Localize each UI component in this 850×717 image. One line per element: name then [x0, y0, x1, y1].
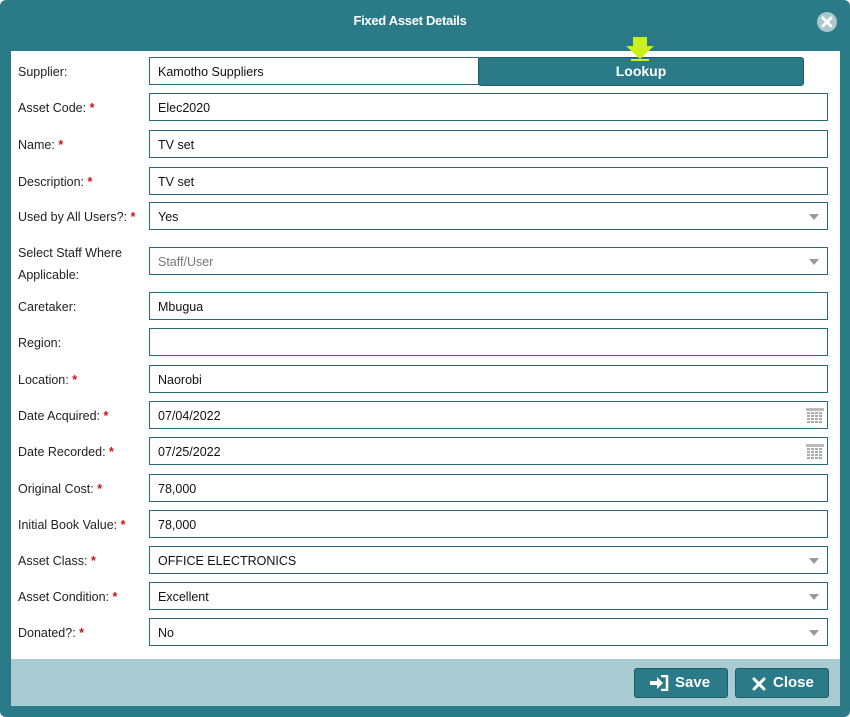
dropdown-arrow-icon [809, 630, 819, 636]
dropdown-arrow-icon [809, 594, 819, 600]
pointer-arrow-icon [623, 37, 657, 63]
initial-book-value-label: Initial Book Value: * [18, 518, 126, 532]
asset-condition-value: Excellent [158, 590, 209, 604]
caretaker-label: Caretaker: [18, 300, 77, 314]
asset-class-label: Asset Class: * [18, 554, 96, 568]
date-acquired-input[interactable]: 07/04/2022 [149, 401, 828, 429]
original-cost-label: Original Cost: * [18, 482, 103, 496]
supplier-input[interactable]: Kamotho Suppliers [149, 57, 479, 85]
initial-book-value-input[interactable]: 78,000 [149, 510, 828, 538]
close-button[interactable]: Close [735, 668, 829, 698]
description-label: Description: * [18, 175, 93, 189]
name-label: Name: * [18, 138, 64, 152]
fixed-asset-dialog: Fixed Asset Details Supplier: Kamotho Su… [0, 0, 850, 717]
asset-code-input[interactable]: Elec2020 [149, 93, 828, 121]
save-label: Save [675, 674, 711, 691]
select-staff-select[interactable]: Staff/User [149, 247, 828, 275]
supplier-label: Supplier: [18, 65, 68, 79]
calendar-icon[interactable] [806, 408, 824, 424]
location-label: Location: * [18, 373, 78, 387]
used-by-all-users-select[interactable]: Yes [149, 202, 828, 230]
select-staff-label-line1: Select Staff Where [18, 246, 122, 260]
dropdown-arrow-icon [809, 214, 819, 220]
sign-in-icon [650, 675, 669, 691]
description-input[interactable]: TV set [149, 167, 828, 195]
select-staff-placeholder: Staff/User [158, 255, 214, 269]
name-input[interactable]: TV set [149, 130, 828, 158]
donated-select[interactable]: No [149, 618, 828, 646]
dropdown-arrow-icon [809, 259, 819, 265]
original-cost-input[interactable]: 78,000 [149, 474, 828, 502]
asset-condition-label: Asset Condition: * [18, 590, 118, 604]
asset-code-label: Asset Code: * [18, 101, 95, 115]
close-label: Close [773, 674, 814, 691]
used-by-all-users-value: Yes [158, 210, 179, 224]
date-acquired-value: 07/04/2022 [158, 409, 221, 423]
location-input[interactable]: Naorobi [149, 365, 828, 393]
date-acquired-label: Date Acquired: * [18, 409, 109, 423]
donated-value: No [158, 626, 174, 640]
asset-class-select[interactable]: OFFICE ELECTRONICS [149, 546, 828, 574]
dialog-footer: Save Close [11, 659, 840, 706]
calendar-icon[interactable] [806, 444, 824, 460]
asset-condition-select[interactable]: Excellent [149, 582, 828, 610]
caretaker-input[interactable]: Mbugua [149, 292, 828, 320]
select-staff-label-line2: Applicable: [18, 268, 80, 282]
close-icon[interactable] [817, 12, 837, 32]
dialog-title: Fixed Asset Details [353, 13, 467, 28]
date-recorded-input[interactable]: 07/25/2022 [149, 437, 828, 465]
save-button[interactable]: Save [634, 668, 728, 698]
date-recorded-label: Date Recorded: * [18, 445, 114, 459]
used-by-all-users-label: Used by All Users?: * [18, 210, 136, 224]
region-input[interactable] [149, 328, 828, 356]
dialog-titlebar: Fixed Asset Details [0, 0, 850, 44]
donated-label: Donated?: * [18, 626, 85, 640]
region-label: Region: [18, 336, 62, 350]
x-icon [752, 677, 766, 691]
date-recorded-value: 07/25/2022 [158, 445, 221, 459]
asset-class-value: OFFICE ELECTRONICS [158, 554, 297, 568]
dropdown-arrow-icon [809, 558, 819, 564]
